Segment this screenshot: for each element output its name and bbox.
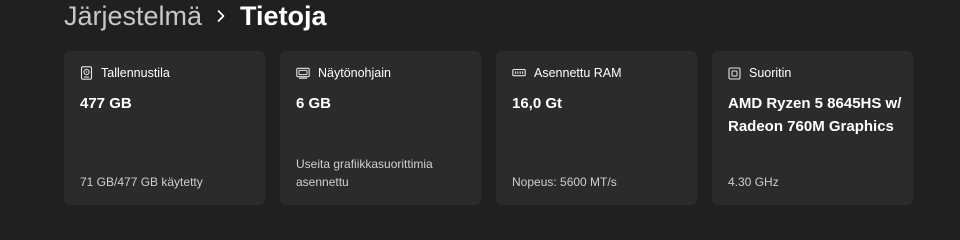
processor-card-title: Suoritin [749,66,792,80]
storage-card-header: Tallennustila [80,66,170,80]
storage-card-value: 477 GB [80,95,132,112]
device-specs-cards: Tallennustila 477 GB 71 GB/477 GB käytet… [64,51,913,205]
processor-card[interactable]: Suoritin AMD Ryzen 5 8645HS w/ Radeon 76… [712,51,913,205]
gpu-card-title: Näytönohjain [318,66,391,80]
chevron-right-icon [216,9,226,23]
processor-card-header: Suoritin [728,66,791,80]
processor-card-detail: 4.30 GHz [728,175,779,189]
ram-icon [512,68,526,78]
storage-icon [80,66,93,80]
breadcrumb: Järjestelmä Tietoja [64,0,327,32]
gpu-card-header: Näytönohjain [296,66,391,80]
storage-card-title: Tallennustila [101,66,170,80]
ram-card-title: Asennettu RAM [534,66,622,80]
processor-icon [728,66,741,80]
ram-card[interactable]: Asennettu RAM 16,0 Gt Nopeus: 5600 MT/s [496,51,697,205]
storage-card-detail: 71 GB/477 GB käytetty [80,175,203,189]
gpu-card-value: 6 GB [296,95,332,112]
ram-card-header: Asennettu RAM [512,66,622,80]
processor-card-value: AMD Ryzen 5 8645HS w/ Radeon 760M Graphi… [728,95,902,135]
gpu-card-detail: Useita grafiikkasuorittimia asennettu [296,157,433,189]
about-page: Järjestelmä Tietoja Tallennustila 477 GB… [0,0,960,221]
ram-card-value: 16,0 Gt [512,95,563,112]
gpu-card[interactable]: Näytönohjain 6 GB Useita grafiikkasuorit… [280,51,481,205]
storage-card[interactable]: Tallennustila 477 GB 71 GB/477 GB käytet… [64,51,265,205]
gpu-icon [296,67,310,79]
page-title: Tietoja [240,1,327,31]
breadcrumb-system[interactable]: Järjestelmä [64,0,202,32]
ram-card-detail: Nopeus: 5600 MT/s [512,175,617,189]
